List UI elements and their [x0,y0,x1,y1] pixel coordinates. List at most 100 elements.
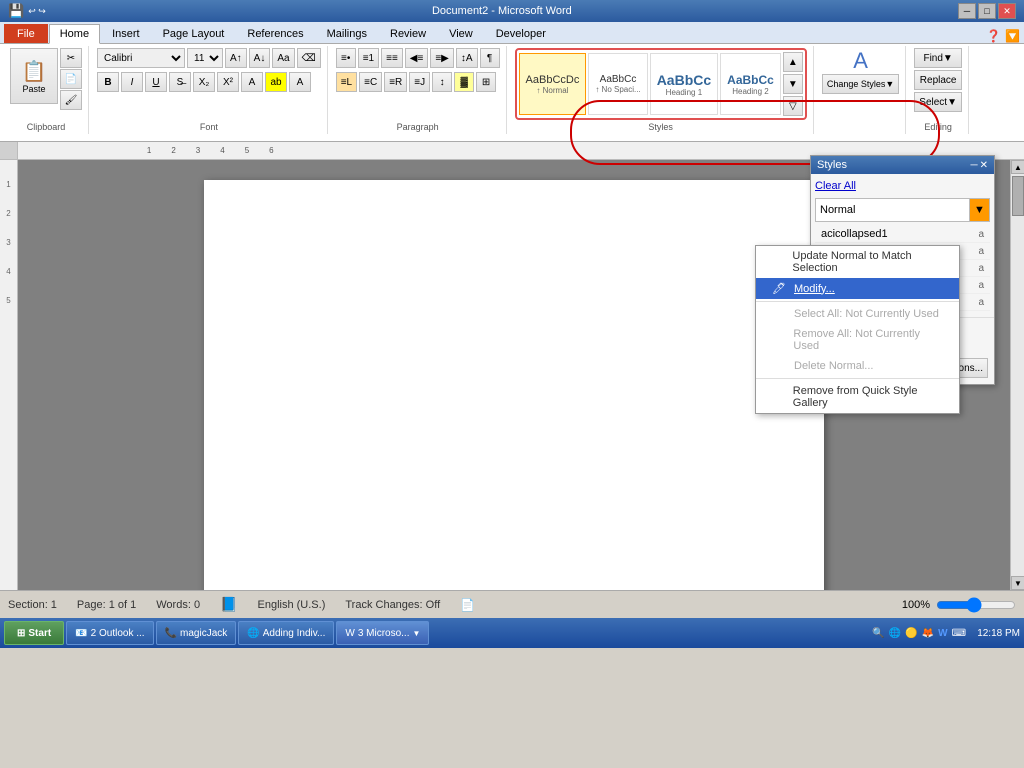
underline-button[interactable]: U [145,72,167,92]
scroll-track[interactable] [1011,174,1024,576]
vertical-scrollbar[interactable]: ▲ ▼ [1010,160,1024,590]
chrome-icon: 🟡 [905,628,917,639]
subscript-button[interactable]: X₂ [193,72,215,92]
show-paragraph-button[interactable]: ¶ [480,48,500,68]
format-painter-button[interactable]: 🖌 [60,90,82,110]
align-right-button[interactable]: ≡R [384,72,407,92]
select-button[interactable]: Select▼ [914,92,962,112]
style-item-acicollapsed1[interactable]: acicollapsed1 a [815,226,990,243]
tab-mailings[interactable]: Mailings [316,24,378,43]
taskbar-word[interactable]: W 3 Microso... ▼ [336,621,429,645]
ctx-update-normal[interactable]: Update Normal to Match Selection [756,246,959,278]
ctx-select-all[interactable]: Select All: Not Currently Used [756,304,959,324]
paste-button[interactable]: 📋 Paste [10,48,58,104]
window-controls: ─ □ ✕ [958,3,1016,19]
ctx-remove-all[interactable]: Remove All: Not Currently Used [756,324,959,356]
editing-label: Editing [924,120,952,132]
tab-references[interactable]: References [236,24,314,43]
styles-scroll-down[interactable]: ▼ [783,74,803,94]
scroll-down-button[interactable]: ▼ [1011,576,1024,590]
taskbar-magicjack[interactable]: 📞 magicJack [156,621,237,645]
document-page[interactable] [204,180,824,590]
ctx-delete-label: Delete Normal... [794,360,873,372]
adding-icon: 🌐 [247,628,259,639]
shading-button[interactable]: ▓ [454,72,474,92]
grow-font-button[interactable]: A↑ [225,48,247,68]
tab-view[interactable]: View [438,24,484,43]
italic-button[interactable]: I [121,72,143,92]
style-heading1-button[interactable]: AaBbCc Heading 1 [650,53,718,115]
align-center-button[interactable]: ≡C [359,72,382,92]
scroll-up-button[interactable]: ▲ [1011,160,1024,174]
bold-button[interactable]: B [97,72,119,92]
increase-indent-button[interactable]: ≡▶ [430,48,454,68]
ruler-corner [0,142,18,160]
superscript-button[interactable]: X² [217,72,239,92]
text-effects-button[interactable]: A [241,72,263,92]
context-menu: Update Normal to Match Selection 🖊 Modif… [755,245,960,414]
ctx-delete-normal[interactable]: Delete Normal... [756,356,959,376]
styles-clear-all[interactable]: Clear All [815,178,990,194]
minimize-button[interactable]: ─ [958,3,976,19]
taskbar-adding[interactable]: 🌐 Adding Indiv... [238,621,334,645]
change-case-button[interactable]: Aa [272,48,294,68]
styles-panel-minimize[interactable]: ─ [971,160,978,171]
styles-scroll-up[interactable]: ▲ [783,52,803,72]
multilevel-list-button[interactable]: ≡≡ [381,48,403,68]
change-styles-button[interactable]: Change Styles▼ [822,74,899,94]
tab-review[interactable]: Review [379,24,437,43]
styles-dropdown-arrow[interactable]: ▼ [969,199,989,221]
tab-file[interactable]: File [4,24,48,43]
styles-dropdown[interactable]: Normal ▼ [815,198,990,222]
font-group: Calibri 11 A↑ A↓ Aa ⌫ B I U S̶ X₂ X² A a… [91,46,328,134]
taskbar-outlook[interactable]: 📧 2 Outlook ... [66,621,153,645]
line-spacing-button[interactable]: ↕ [432,72,452,92]
align-left-button[interactable]: ≡L [336,72,357,92]
style-no-spacing-label: ↑ No Spaci... [595,85,640,94]
shrink-font-button[interactable]: A↓ [249,48,271,68]
find-button[interactable]: Find▼ [914,48,962,68]
justify-button[interactable]: ≡J [409,72,430,92]
replace-button[interactable]: Replace [914,70,962,90]
cut-button[interactable]: ✂ [60,48,82,68]
ribbon-minimize-icon[interactable]: 🔽 [1005,29,1020,43]
title-bar-title: Document2 - Microsoft Word [46,5,958,17]
clear-formatting-button[interactable]: ⌫ [297,48,321,68]
tab-page-layout[interactable]: Page Layout [152,24,236,43]
taskbar-dropdown-icon[interactable]: ▼ [413,629,421,638]
ctx-remove-all-label: Remove All: Not Currently Used [793,328,943,352]
text-highlight-button[interactable]: ab [265,72,287,92]
font-color-button[interactable]: A [289,72,311,92]
font-size-select[interactable]: 11 [187,48,223,68]
copy-button[interactable]: 📄 [60,69,82,89]
scroll-thumb[interactable] [1012,176,1024,216]
decrease-indent-button[interactable]: ◀≡ [405,48,429,68]
tab-insert[interactable]: Insert [101,24,151,43]
style-heading2-button[interactable]: AaBbCc Heading 2 [720,53,781,115]
numbering-button[interactable]: ≡1 [358,48,379,68]
styles-more[interactable]: ▽ [783,96,803,116]
style-letter-4: a [978,280,984,291]
tab-developer[interactable]: Developer [485,24,557,43]
sort-button[interactable]: ↕A [456,48,478,68]
spell-check-icon[interactable]: 📘 [220,596,237,613]
start-button[interactable]: ⊞ Start [4,621,64,645]
style-no-spacing-button[interactable]: AaBbCc ↑ No Spaci... [588,53,647,115]
tab-home[interactable]: Home [49,24,100,44]
style-h2-preview: AaBbCc [727,73,774,87]
strikethrough-button[interactable]: S̶ [169,72,191,92]
styles-panel-close[interactable]: ✕ [980,160,988,171]
ctx-remove-gallery[interactable]: Remove from Quick Style Gallery [756,381,959,413]
close-button[interactable]: ✕ [998,3,1016,19]
ctx-gallery-label: Remove from Quick Style Gallery [793,385,943,409]
help-icon[interactable]: ❓ [986,29,1001,43]
style-normal-preview: AaBbCcDc [526,74,580,86]
maximize-button[interactable]: □ [978,3,996,19]
style-normal-button[interactable]: AaBbCcDc ↑ Normal [519,53,587,115]
ctx-update-label: Update Normal to Match Selection [792,250,943,274]
zoom-slider[interactable] [936,597,1016,613]
font-family-select[interactable]: Calibri [97,48,185,68]
ctx-modify[interactable]: 🖊 Modify... [756,278,959,299]
borders-button[interactable]: ⊞ [476,72,496,92]
bullets-button[interactable]: ≡• [336,48,356,68]
